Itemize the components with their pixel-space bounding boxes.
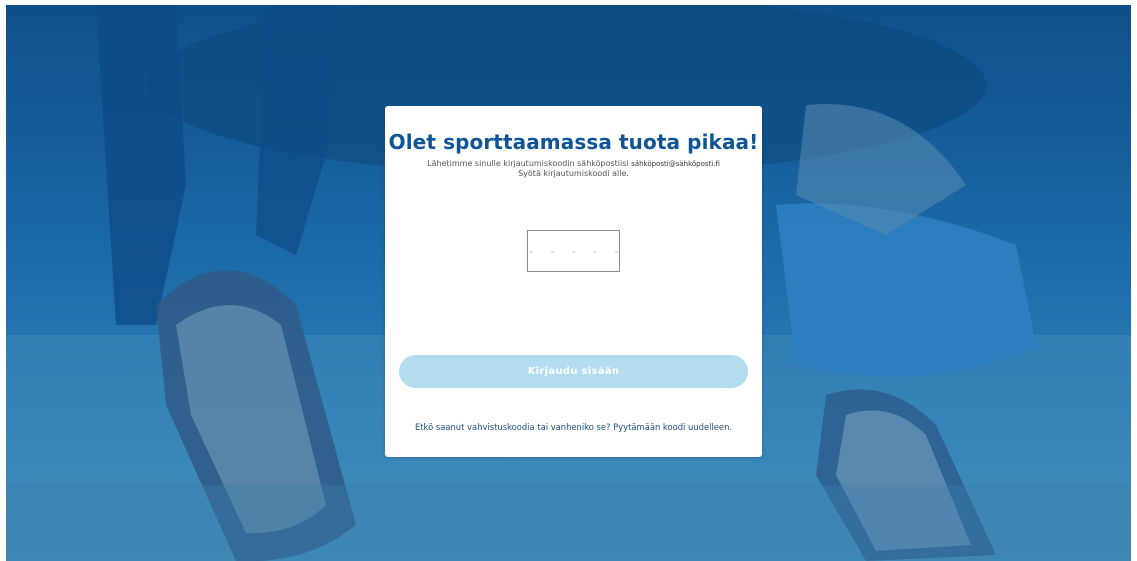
login-button[interactable]: Kirjaudu sisään [399,355,748,388]
instructions-line-1: Lähetimme sinulle kirjautumiskoodin sähk… [427,159,629,168]
instructions-text: Lähetimme sinulle kirjautumiskoodin sähk… [385,159,762,179]
login-code-input[interactable] [527,230,620,272]
login-card: Olet sporttaamassa tuota pikaa! Lähetimm… [385,106,762,457]
instructions-line-2: Syötä kirjautumiskoodi alle. [518,169,629,178]
resend-prefix: Etkö saanut vahvistuskoodia tai vanhenik… [414,422,614,432]
email-address: sähköposti@sähköposti.fi [631,160,720,168]
login-page: Olet sporttaamassa tuota pikaa! Lähetimm… [0,0,1137,561]
page-title: Olet sporttaamassa tuota pikaa! [388,130,759,154]
resend-text: Etkö saanut vahvistuskoodia tai vanhenik… [385,422,762,432]
resend-code-link[interactable]: Pyytämään koodi uudelleen. [613,422,732,432]
